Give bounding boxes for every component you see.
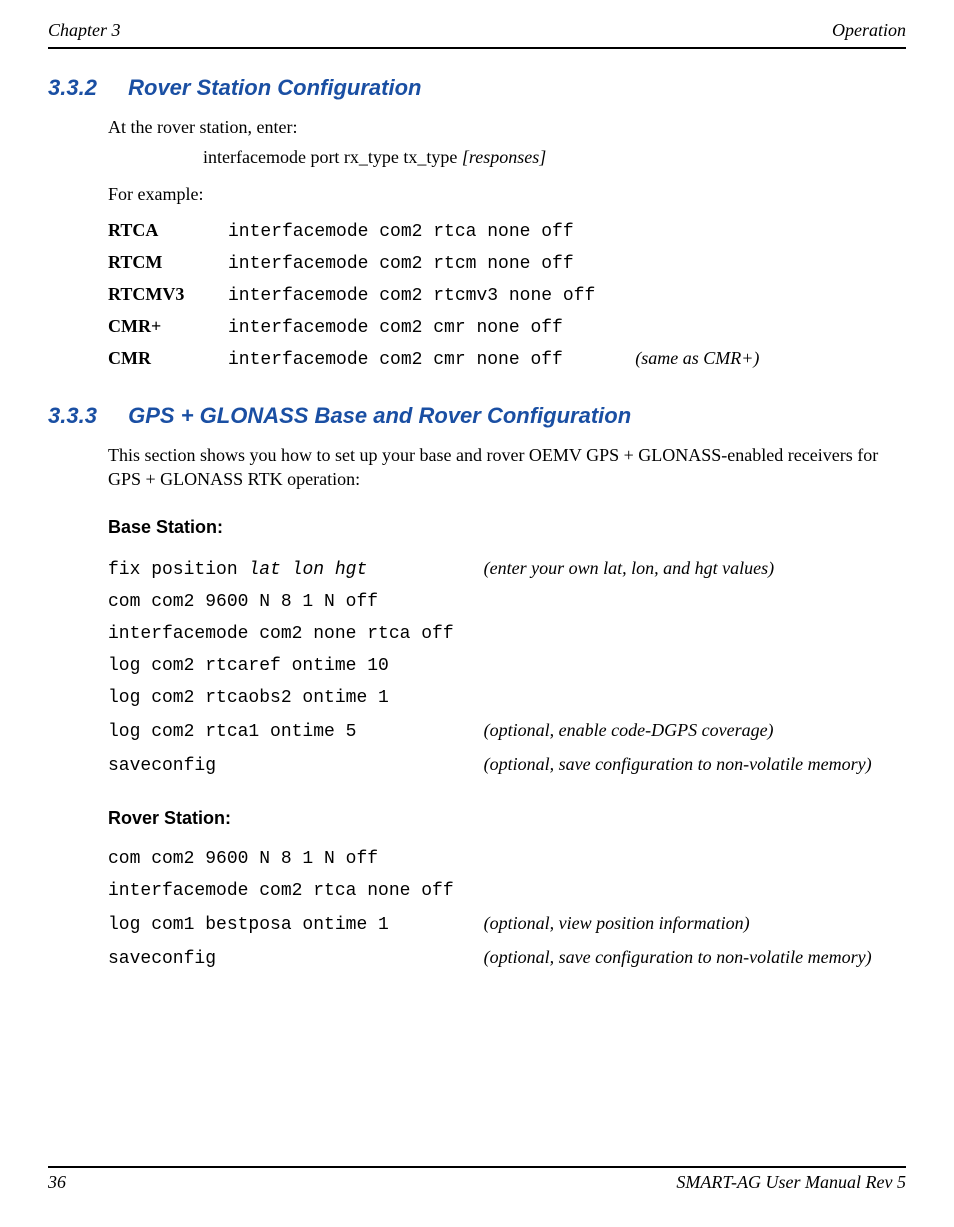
command-plain: interfacemode com2 rtca none off (108, 881, 454, 901)
command-plain: log com2 rtcaref ontime 10 (108, 656, 389, 676)
example-row: RTCAinterfacemode com2 rtca none off (108, 215, 759, 247)
example-note (635, 247, 759, 279)
syntax-responses: [responses] (462, 147, 546, 167)
section-333-intro: This section shows you how to set up you… (108, 443, 906, 492)
example-row: CMRinterfacemode com2 cmr none off(same … (108, 343, 759, 375)
page-number: 36 (48, 1172, 66, 1193)
syntax-line: interfacemode port rx_type tx_type [resp… (203, 147, 906, 168)
command-row: log com2 rtcaref ontime 10 (108, 650, 872, 682)
command-params: lat lon hgt (248, 560, 367, 580)
command-plain: saveconfig (108, 949, 216, 969)
command-plain: saveconfig (108, 756, 216, 776)
example-note: (same as CMR+) (635, 343, 759, 375)
example-row: CMR+interfacemode com2 cmr none off (108, 311, 759, 343)
command-row: log com2 rtcaobs2 ontime 1 (108, 682, 872, 714)
rover-station-heading: Rover Station: (108, 808, 906, 829)
command-note: (optional, view position information) (484, 907, 872, 941)
example-command: interfacemode com2 rtcmv3 none off (228, 279, 635, 311)
example-note (635, 215, 759, 247)
section-332-heading-text: Rover Station Configuration (128, 75, 421, 100)
command-note: (optional, save configuration to non-vol… (484, 748, 872, 782)
command-plain: com com2 9600 N 8 1 N off (108, 592, 378, 612)
page-footer: 36 SMART-AG User Manual Rev 5 (48, 1166, 906, 1193)
doc-title: SMART-AG User Manual Rev 5 (676, 1172, 906, 1193)
rover-station-commands: com com2 9600 N 8 1 N off interfacemode c… (108, 843, 872, 975)
running-header: Chapter 3 Operation (48, 20, 906, 49)
section-333-heading-text: GPS + GLONASS Base and Rover Configurati… (128, 403, 631, 428)
command-text: com com2 9600 N 8 1 N off (108, 843, 484, 875)
section-333-title: 3.3.3 GPS + GLONASS Base and Rover Confi… (48, 403, 906, 429)
command-row: fix position lat lon hgt(enter your own … (108, 552, 872, 586)
command-text: saveconfig (108, 748, 484, 782)
command-text: interfacemode com2 none rtca off (108, 618, 484, 650)
example-note (635, 279, 759, 311)
example-key: RTCMV3 (108, 279, 228, 311)
command-row: log com2 rtca1 ontime 5 (optional, enable… (108, 714, 872, 748)
command-text: interfacemode com2 rtca none off (108, 875, 484, 907)
command-note (484, 682, 872, 714)
command-text: com com2 9600 N 8 1 N off (108, 586, 484, 618)
example-command: interfacemode com2 cmr none off (228, 343, 635, 375)
command-row: com com2 9600 N 8 1 N off (108, 586, 872, 618)
command-plain: com com2 9600 N 8 1 N off (108, 849, 378, 869)
command-text: log com2 rtca1 ontime 5 (108, 714, 484, 748)
command-text: log com2 rtcaobs2 ontime 1 (108, 682, 484, 714)
command-row: saveconfig (optional, save configuration … (108, 748, 872, 782)
syntax-plain: interfacemode port rx_type tx_type (203, 147, 462, 167)
command-note (484, 843, 872, 875)
command-note (484, 875, 872, 907)
command-row: saveconfig (optional, save configuration … (108, 941, 872, 975)
command-text: saveconfig (108, 941, 484, 975)
page-content: Chapter 3 Operation 3.3.2 Rover Station … (0, 0, 954, 975)
example-key: CMR (108, 343, 228, 375)
section-332-number: 3.3.2 (48, 75, 122, 101)
command-note: (optional, enable code-DGPS coverage) (484, 714, 872, 748)
command-plain: log com2 rtca1 ontime 5 (108, 722, 356, 742)
command-row: interfacemode com2 none rtca off (108, 618, 872, 650)
example-row: RTCMV3interfacemode com2 rtcmv3 none off (108, 279, 759, 311)
header-chapter: Chapter 3 (48, 20, 121, 41)
command-row: interfacemode com2 rtca none off (108, 875, 872, 907)
header-section: Operation (832, 20, 906, 41)
example-row: RTCMinterfacemode com2 rtcm none off (108, 247, 759, 279)
command-note (484, 650, 872, 682)
example-command: interfacemode com2 cmr none off (228, 311, 635, 343)
example-key: RTCM (108, 247, 228, 279)
command-note: (enter your own lat, lon, and hgt values… (484, 552, 872, 586)
para-enter-intro: At the rover station, enter: (108, 115, 906, 139)
command-text: log com1 bestposa ontime 1 (108, 907, 484, 941)
command-plain: log com1 bestposa ontime 1 (108, 915, 389, 935)
base-station-commands: fix position lat lon hgt(enter your own … (108, 552, 872, 782)
example-command: interfacemode com2 rtca none off (228, 215, 635, 247)
para-for-example: For example: (108, 182, 906, 206)
command-plain: fix position (108, 560, 248, 580)
command-text: fix position lat lon hgt (108, 552, 484, 586)
section-332-title: 3.3.2 Rover Station Configuration (48, 75, 906, 101)
command-note: (optional, save configuration to non-vol… (484, 941, 872, 975)
command-row: com com2 9600 N 8 1 N off (108, 843, 872, 875)
example-key: RTCA (108, 215, 228, 247)
section-333-number: 3.3.3 (48, 403, 122, 429)
command-note (484, 586, 872, 618)
command-plain: interfacemode com2 none rtca off (108, 624, 454, 644)
example-note (635, 311, 759, 343)
command-row: log com1 bestposa ontime 1 (optional, vie… (108, 907, 872, 941)
command-plain: log com2 rtcaobs2 ontime 1 (108, 688, 389, 708)
command-note (484, 618, 872, 650)
example-key: CMR+ (108, 311, 228, 343)
example-commands-table: RTCAinterfacemode com2 rtca none offRTCM… (108, 215, 759, 375)
base-station-heading: Base Station: (108, 517, 906, 538)
command-text: log com2 rtcaref ontime 10 (108, 650, 484, 682)
example-command: interfacemode com2 rtcm none off (228, 247, 635, 279)
